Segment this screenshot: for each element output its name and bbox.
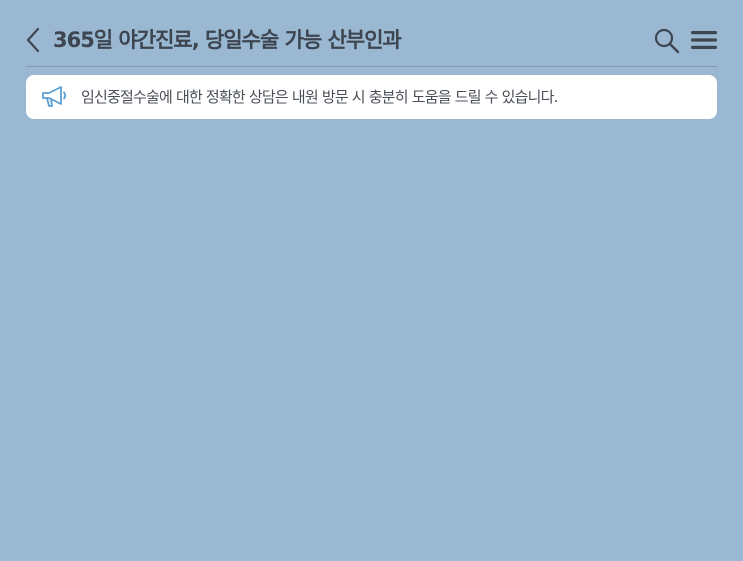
page-title: 365일 야간진료, 당일수술 가능 산부인과 (53, 28, 402, 52)
chevron-left-icon (26, 27, 40, 53)
notice-text: 임신중절수술에 대한 정확한 상담은 내원 방문 시 충분히 도움을 드릴 수 … (81, 88, 558, 106)
header-divider (26, 66, 717, 67)
menu-button[interactable] (690, 29, 718, 51)
notice-banner: 임신중절수술에 대한 정확한 상담은 내원 방문 시 충분히 도움을 드릴 수 … (26, 75, 717, 119)
search-icon (654, 28, 680, 54)
back-button[interactable] (22, 26, 46, 54)
hamburger-menu-icon (691, 31, 717, 49)
top-header: 365일 야간진료, 당일수술 가능 산부인과 (0, 0, 743, 68)
megaphone-icon (42, 86, 67, 107)
search-button[interactable] (653, 27, 681, 55)
main-content-area (0, 120, 743, 561)
notice-icon-wrapper (40, 84, 68, 110)
